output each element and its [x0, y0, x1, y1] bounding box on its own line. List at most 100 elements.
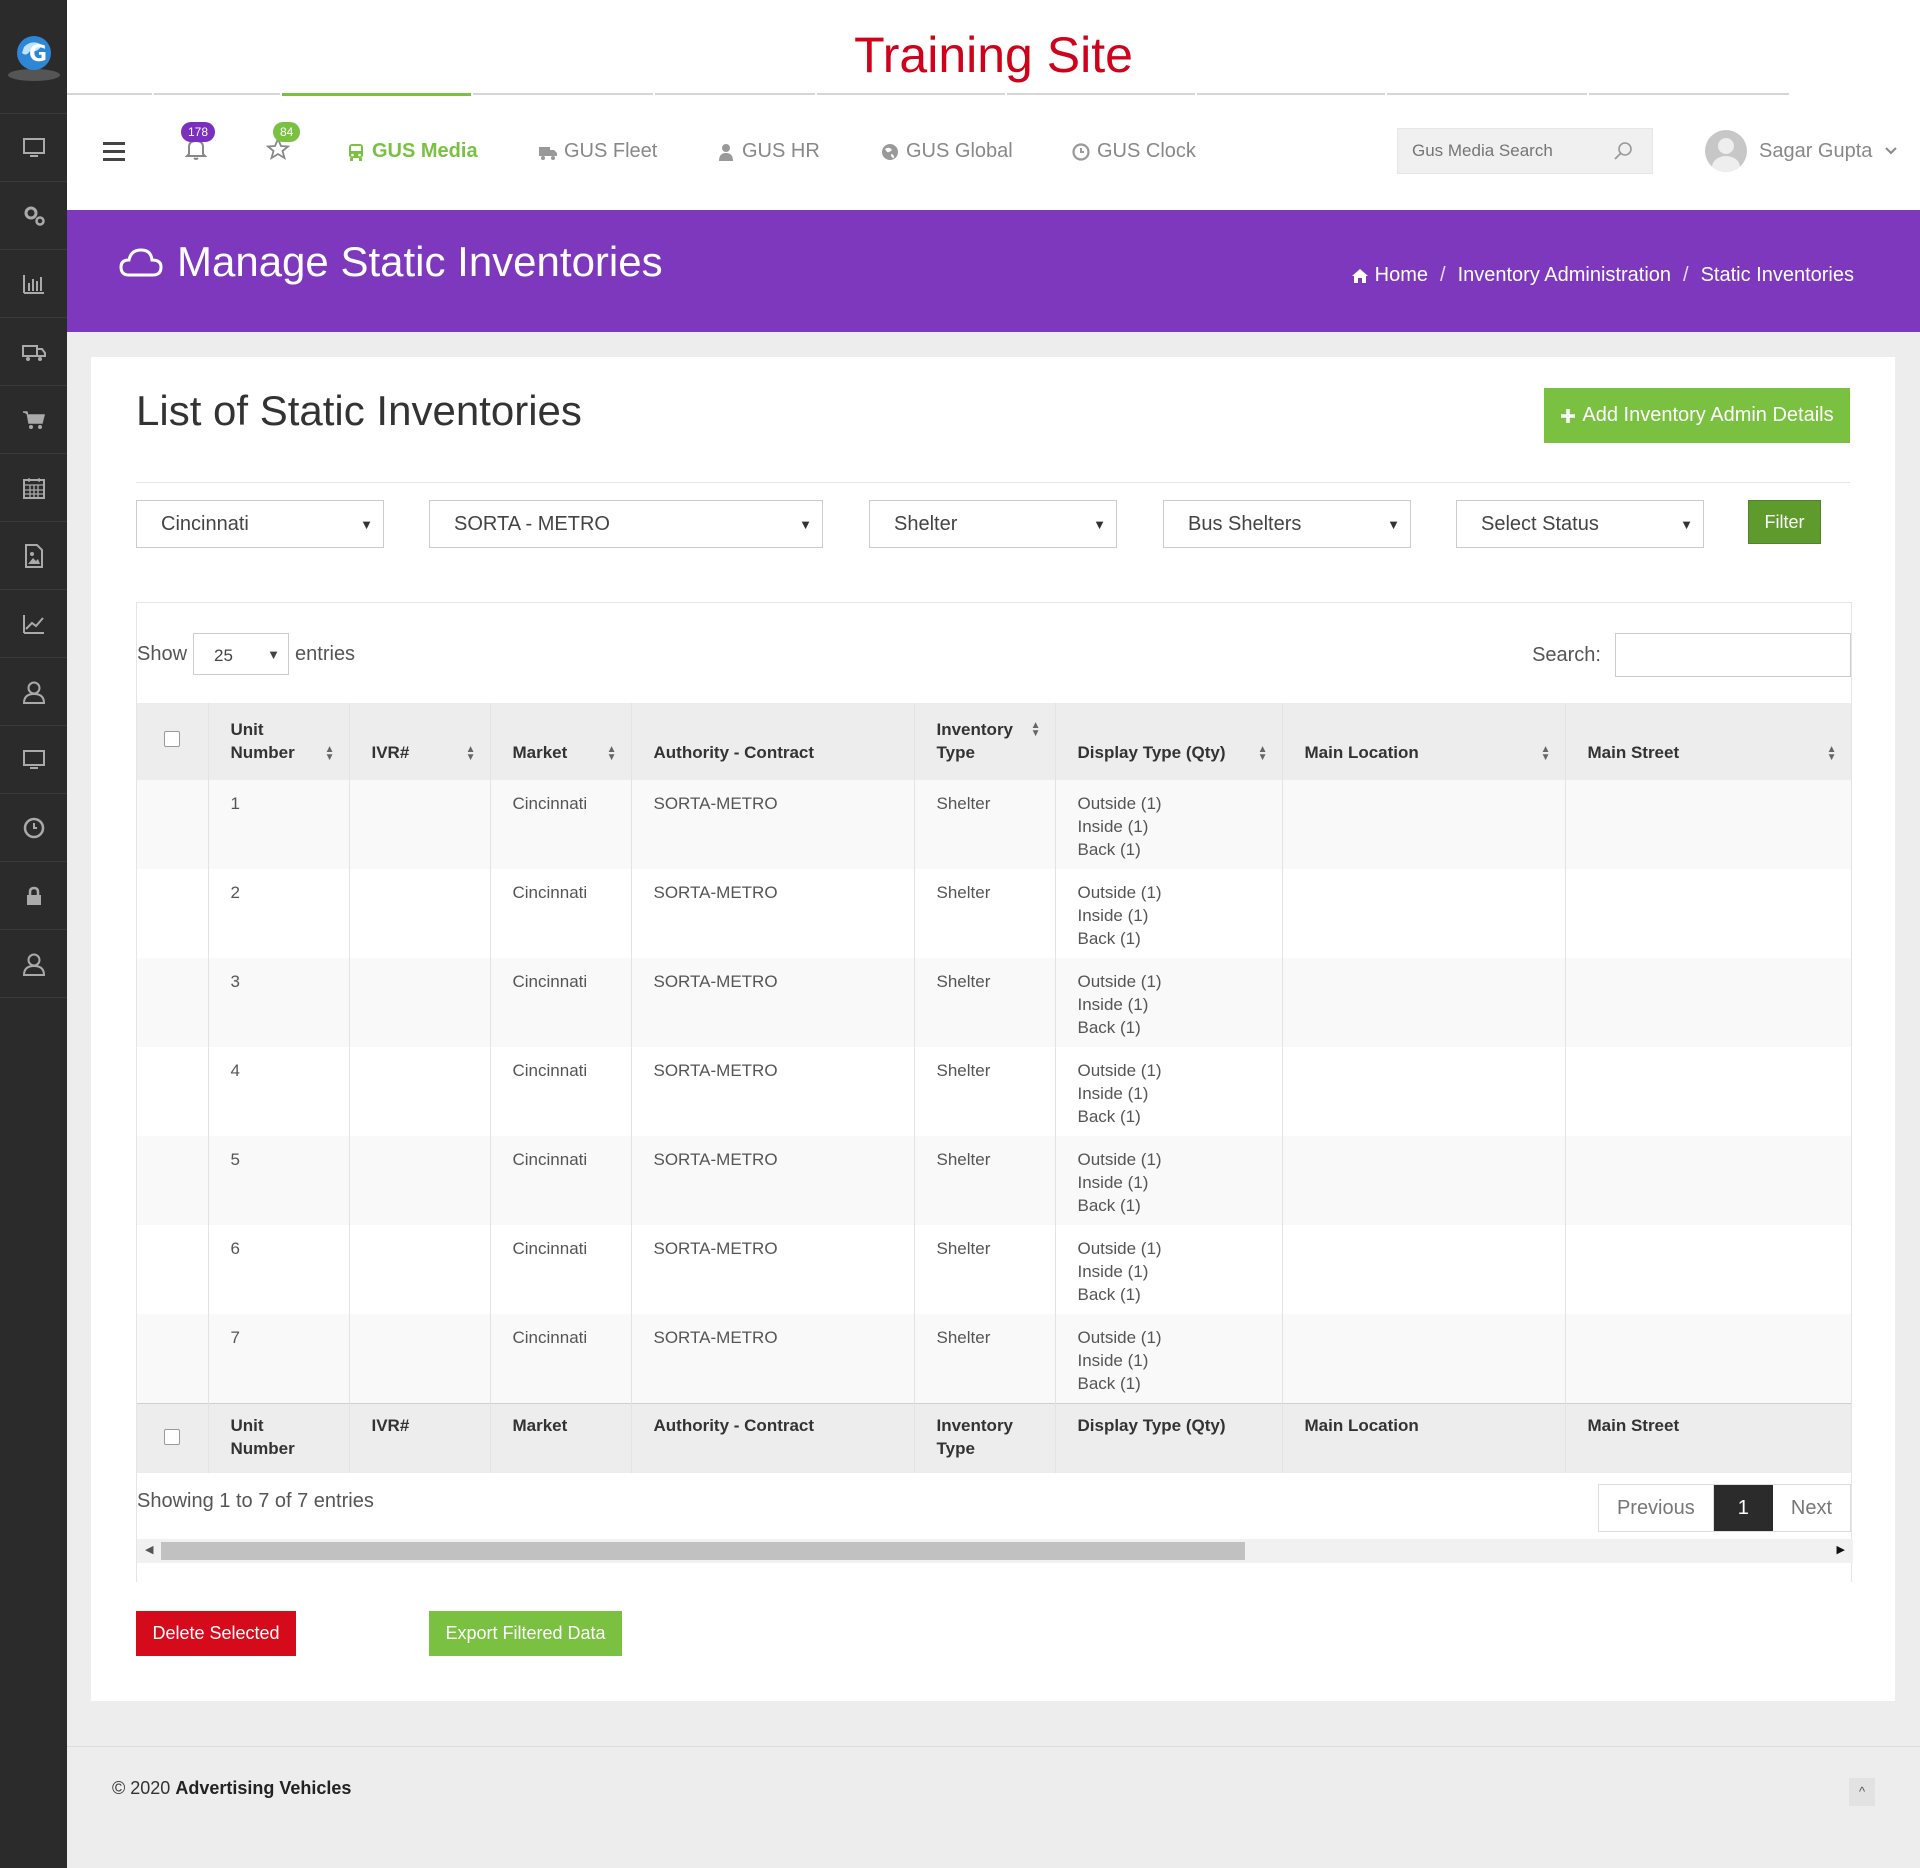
tab-gus-hr[interactable]: GUS HR: [716, 140, 820, 163]
inventory-type-select[interactable]: Shelter ▼: [869, 500, 1117, 548]
table-search-input[interactable]: [1615, 633, 1851, 677]
sidebar-item-shop[interactable]: [0, 386, 67, 454]
breadcrumb: Home / Inventory Administration / Static…: [1351, 264, 1854, 287]
scroll-right-icon[interactable]: ▶: [1837, 1543, 1845, 1556]
table-row[interactable]: 5 Cincinnati SORTA-METRO Shelter Outside (1)…: [137, 1136, 1852, 1225]
sidebar-item-users[interactable]: [0, 658, 67, 726]
table-row[interactable]: 1 Cincinnati SORTA-METRO Shelter Outside (1)…: [137, 780, 1852, 869]
row-checkbox-cell: [137, 780, 209, 869]
cell-inventory-type: Shelter: [914, 958, 1056, 1047]
breadcrumb-home[interactable]: Home: [1375, 264, 1428, 287]
sort-icon: ▲ ▼: [1030, 720, 1041, 739]
display-type-line: Inside (1): [1077, 1084, 1149, 1103]
search-icon[interactable]: [1612, 140, 1634, 162]
sidebar-item-media[interactable]: [0, 522, 67, 590]
display-type-line: Back (1): [1077, 1374, 1141, 1393]
scroll-left-icon[interactable]: ◀: [145, 1543, 153, 1556]
scrollbar-thumb[interactable]: [161, 1542, 1245, 1560]
select-all-checkbox[interactable]: [164, 731, 181, 747]
notifications-button[interactable]: 178: [181, 122, 216, 167]
cell-main-street: [1565, 1047, 1852, 1136]
display-type-line: Inside (1): [1077, 817, 1149, 836]
display-type-line: Outside (1): [1077, 1328, 1162, 1347]
display-type-line: Back (1): [1077, 1285, 1141, 1304]
page-length-control: Show 25 ▼ entries: [137, 633, 355, 675]
user-menu[interactable]: Sagar Gupta: [1705, 130, 1898, 172]
bar-chart-icon: [22, 274, 44, 294]
col-market[interactable]: Market ▲ ▼: [490, 703, 632, 780]
logo[interactable]: G: [0, 0, 67, 114]
col-main-street[interactable]: Main Street ▲ ▼: [1565, 703, 1852, 780]
foot-unit-number: Unit Number: [208, 1402, 350, 1473]
contract-select[interactable]: SORTA - METRO ▼: [429, 500, 823, 548]
sidebar-item-analytics[interactable]: [0, 590, 67, 658]
cell-market: Cincinnati: [490, 780, 632, 869]
col-inventory-type[interactable]: Inventory Type ▲ ▼: [914, 703, 1056, 780]
col-display-type[interactable]: Display Type (Qty) ▲ ▼: [1055, 703, 1283, 780]
breadcrumb-inventory-admin[interactable]: Inventory Administration: [1458, 264, 1671, 287]
global-search: [1397, 128, 1653, 174]
cell-authority-contract: SORTA-METRO: [631, 780, 915, 869]
divider: [136, 482, 1850, 483]
export-filtered-button[interactable]: Export Filtered Data: [429, 1611, 622, 1656]
cloud-icon: [119, 248, 163, 277]
sidebar-item-display[interactable]: [0, 726, 67, 794]
add-inventory-button[interactable]: Add Inventory Admin Details: [1544, 388, 1850, 443]
display-type-line: Outside (1): [1077, 794, 1162, 813]
column-label: IVR#: [371, 743, 410, 762]
plus-icon: [1561, 408, 1576, 423]
market-select[interactable]: Cincinnati ▼: [136, 500, 384, 548]
scroll-to-top-button[interactable]: ^: [1849, 1778, 1875, 1806]
table-row[interactable]: 2 Cincinnati SORTA-METRO Shelter Outside (1)…: [137, 869, 1852, 958]
display-type-line: Outside (1): [1077, 1150, 1162, 1169]
tab-gus-fleet[interactable]: GUS Fleet: [538, 140, 657, 163]
col-unit-number[interactable]: Unit Number ▲ ▼: [208, 703, 350, 780]
select-all-checkbox[interactable]: [164, 1428, 181, 1445]
tab-gus-clock[interactable]: GUS Clock: [1071, 140, 1196, 163]
foot-main-location: Main Location: [1282, 1402, 1566, 1473]
table-row[interactable]: 7 Cincinnati SORTA-METRO Shelter Outside (1)…: [137, 1314, 1852, 1403]
col-main-location[interactable]: Main Location ▲ ▼: [1282, 703, 1566, 780]
sidebar-item-security[interactable]: [0, 862, 67, 930]
display-type-line: Back (1): [1077, 840, 1141, 859]
favorites-button[interactable]: 84: [265, 122, 301, 167]
page-title: Manage Static Inventories: [119, 238, 663, 286]
col-authority-contract[interactable]: Authority - Contract: [631, 703, 915, 780]
table-row[interactable]: 6 Cincinnati SORTA-METRO Shelter Outside (1)…: [137, 1225, 1852, 1314]
cell-ivr: [349, 780, 491, 869]
footer: © 2020 Advertising Vehicles: [112, 1778, 351, 1799]
tab-label: GUS Clock: [1097, 140, 1196, 162]
caret-down-icon: ▼: [267, 647, 281, 662]
col-ivr[interactable]: IVR# ▲ ▼: [349, 703, 491, 780]
menu-toggle-icon[interactable]: [103, 142, 125, 166]
page-length-select[interactable]: 25 ▼: [193, 633, 290, 675]
table-row[interactable]: 3 Cincinnati SORTA-METRO Shelter Outside (1)…: [137, 958, 1852, 1047]
sidebar-item-dashboard[interactable]: [0, 114, 67, 182]
foot-authority-contract: Authority - Contract: [631, 1402, 915, 1473]
sidebar-item-calendar[interactable]: [0, 454, 67, 522]
display-select[interactable]: Bus Shelters ▼: [1163, 500, 1411, 548]
sidebar-item-fleet[interactable]: [0, 318, 67, 386]
sidebar-item-profile[interactable]: [0, 930, 67, 998]
filter-button[interactable]: Filter: [1748, 500, 1821, 544]
horizontal-scrollbar[interactable]: ◀ ▶: [137, 1539, 1853, 1563]
sort-icon: ▲ ▼: [606, 744, 617, 763]
sidebar-item-clock[interactable]: [0, 794, 67, 862]
delete-selected-button[interactable]: Delete Selected: [136, 1611, 296, 1656]
contract-select-value: SORTA - METRO: [454, 513, 610, 535]
cell-main-location: [1282, 1225, 1566, 1314]
table-row[interactable]: 4 Cincinnati SORTA-METRO Shelter Outside (1)…: [137, 1047, 1852, 1136]
status-select[interactable]: Select Status ▼: [1456, 500, 1704, 548]
sort-icon: ▲ ▼: [1826, 744, 1837, 763]
sidebar-item-reports[interactable]: [0, 250, 67, 318]
previous-page-button[interactable]: Previous: [1599, 1485, 1714, 1531]
sidebar-item-settings[interactable]: [0, 182, 67, 250]
tab-gus-media[interactable]: GUS Media: [346, 140, 478, 163]
page-title-text: Manage Static Inventories: [177, 238, 663, 285]
current-page-button[interactable]: 1: [1713, 1485, 1773, 1531]
next-page-button[interactable]: Next: [1773, 1485, 1850, 1531]
row-checkbox-cell: [137, 1136, 209, 1225]
global-search-input[interactable]: [1412, 141, 1612, 161]
tab-gus-global[interactable]: GUS Global: [880, 140, 1013, 163]
cell-main-location: [1282, 869, 1566, 958]
